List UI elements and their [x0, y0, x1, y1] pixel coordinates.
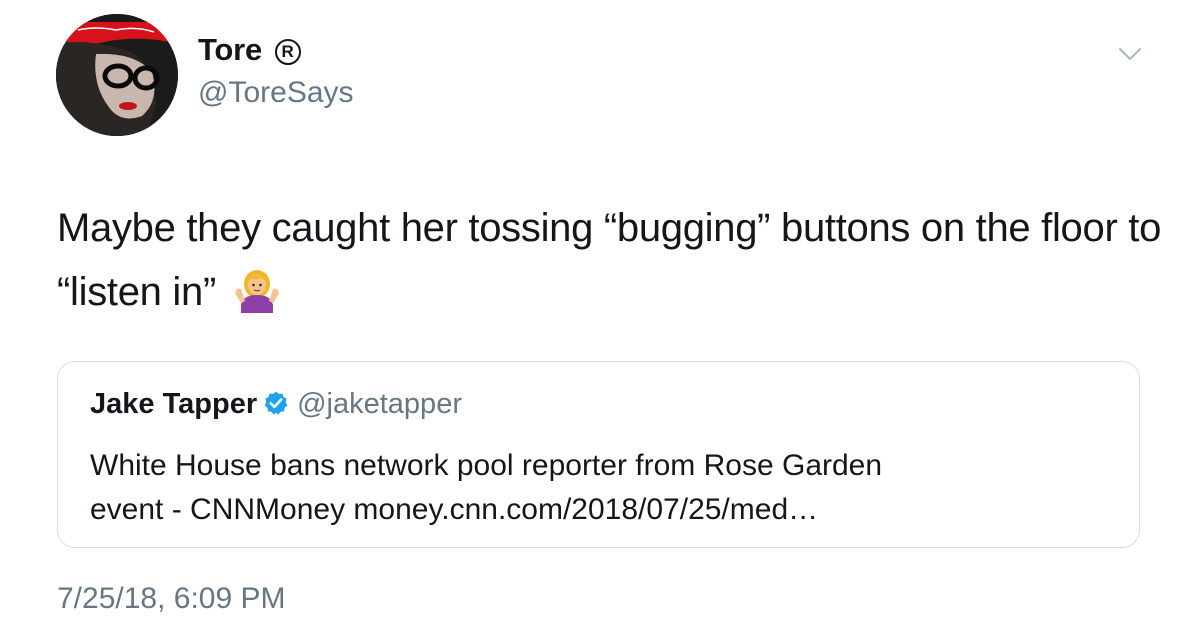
tweet-card: Tore R @ToreSays Maybe they caught her t…	[0, 0, 1200, 631]
tweet-text: Maybe they caught her tossing “bugging” …	[57, 206, 1162, 314]
verified-badge-icon	[264, 391, 288, 415]
author-handle[interactable]: @ToreSays	[198, 76, 354, 110]
quoted-tweet-card[interactable]: Jake Tapper @jaketapper White House bans…	[57, 361, 1140, 548]
quoted-author-name[interactable]: Jake Tapper	[90, 388, 257, 420]
tweet-timestamp[interactable]: 7/25/18, 6:09 PM	[57, 582, 286, 616]
quoted-tweet-text: White House bans network pool reporter f…	[90, 444, 1110, 532]
author-avatar[interactable]	[56, 14, 178, 136]
quoted-text-line-1: White House bans network pool reporter f…	[90, 449, 883, 482]
quoted-tweet-header: Jake Tapper @jaketapper	[90, 388, 462, 421]
registered-mark-icon: R	[274, 39, 301, 65]
chevron-down-icon[interactable]	[1118, 46, 1142, 62]
quoted-text-line-2[interactable]: event - CNNMoney money.cnn.com/2018/07/2…	[90, 488, 1110, 532]
woman-shrugging-emoji-icon	[234, 270, 279, 313]
author-name-text: Tore	[198, 32, 263, 67]
tweet-body: Maybe they caught her tossing “bugging” …	[57, 196, 1167, 324]
avatar-photo-icon	[56, 14, 178, 136]
quoted-author-handle[interactable]: @jaketapper	[297, 388, 462, 420]
author-display-name[interactable]: Tore R	[198, 32, 301, 68]
